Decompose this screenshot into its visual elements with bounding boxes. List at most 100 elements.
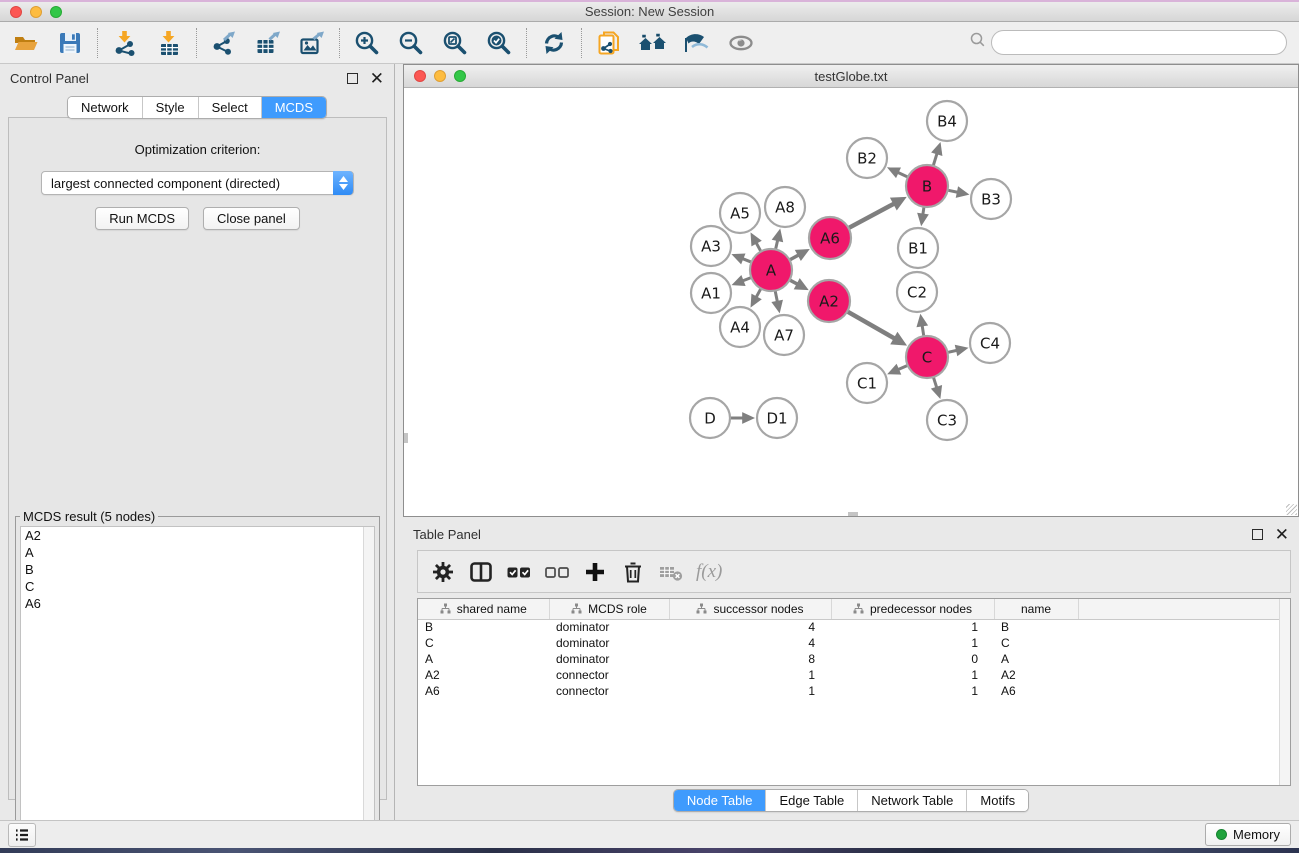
- network-node-B1[interactable]: B1: [898, 228, 938, 268]
- mcds-result-item[interactable]: B: [21, 561, 374, 578]
- network-graph[interactable]: B4 B2 B B3 A8 A5 A6 A3 B1 A A1 C2 A2 A4A7 C4 C C1 C3 D D1: [404, 88, 1298, 516]
- hide-graphics-details-icon[interactable]: [679, 26, 715, 60]
- criterion-dropdown[interactable]: largest connected component (directed): [41, 171, 354, 195]
- network-node-B3[interactable]: B3: [971, 179, 1011, 219]
- network-canvas[interactable]: B4 B2 B B3 A8 A5 A6 A3 B1 A A1 C2 A2 A4A7 C4 C C1 C3 D D1: [404, 88, 1298, 516]
- svg-text:A8: A8: [775, 199, 795, 217]
- network-node-D[interactable]: D: [690, 398, 730, 438]
- select-all-columns-icon[interactable]: [500, 554, 538, 590]
- svg-text:D: D: [704, 410, 716, 428]
- network-vscroll-hint[interactable]: [404, 433, 408, 443]
- zoom-selected-icon[interactable]: [481, 26, 517, 60]
- col-header-predecessor-nodes[interactable]: predecessor nodes: [831, 599, 994, 619]
- close-panel-button[interactable]: Close panel: [203, 207, 300, 230]
- tab-style[interactable]: Style: [143, 97, 199, 118]
- zoom-fit-icon[interactable]: [437, 26, 473, 60]
- network-resize-grip[interactable]: [1286, 504, 1297, 515]
- unselect-all-columns-icon[interactable]: [538, 554, 576, 590]
- tab-node-table[interactable]: Node Table: [674, 790, 767, 811]
- svg-text:A1: A1: [701, 285, 721, 303]
- search-input[interactable]: [991, 30, 1287, 55]
- new-network-from-selection-icon[interactable]: [591, 26, 627, 60]
- col-header-shared-name[interactable]: shared name: [418, 599, 549, 619]
- import-network-icon[interactable]: [107, 26, 143, 60]
- network-node-A5[interactable]: A5: [720, 193, 760, 233]
- apply-layout-icon[interactable]: [536, 26, 572, 60]
- table-tabs: Node Table Edge Table Network Table Moti…: [403, 789, 1299, 812]
- save-session-icon[interactable]: [52, 26, 88, 60]
- network-node-A8[interactable]: A8: [765, 187, 805, 227]
- application-window: Session: New Session: [0, 0, 1299, 853]
- float-panel-icon[interactable]: [347, 73, 358, 84]
- network-node-C[interactable]: C: [906, 336, 948, 378]
- network-node-A3[interactable]: A3: [691, 226, 731, 266]
- import-table-icon[interactable]: [151, 26, 187, 60]
- open-file-icon[interactable]: [8, 26, 44, 60]
- tab-select[interactable]: Select: [199, 97, 262, 118]
- zoom-in-icon[interactable]: [349, 26, 385, 60]
- svg-text:A: A: [766, 262, 777, 280]
- close-panel-icon[interactable]: ✕: [370, 73, 384, 84]
- col-header-mcds-role[interactable]: MCDS role: [549, 599, 669, 619]
- table-float-icon[interactable]: [1252, 529, 1263, 540]
- mcds-result-item[interactable]: A6: [21, 595, 374, 612]
- svg-text:C1: C1: [857, 375, 877, 393]
- memory-button[interactable]: Memory: [1205, 823, 1291, 846]
- mcds-result-list[interactable]: A2 A B C A6: [20, 526, 375, 844]
- network-node-A7[interactable]: A7: [764, 315, 804, 355]
- tab-mcds[interactable]: MCDS: [262, 97, 326, 118]
- col-header-successor-nodes[interactable]: successor nodes: [669, 599, 831, 619]
- table-row[interactable]: A2connector11A2: [418, 667, 1290, 683]
- table-row[interactable]: Cdominator41C: [418, 635, 1290, 651]
- tab-motifs[interactable]: Motifs: [967, 790, 1028, 811]
- memory-label: Memory: [1233, 827, 1280, 842]
- export-network-icon[interactable]: [206, 26, 242, 60]
- show-panels-list-button[interactable]: [8, 823, 36, 847]
- network-node-B4[interactable]: B4: [927, 101, 967, 141]
- network-hscroll-hint[interactable]: [848, 512, 858, 516]
- mcds-result-item[interactable]: A: [21, 544, 374, 561]
- first-neighbors-icon[interactable]: [635, 26, 671, 60]
- table-scrollbar[interactable]: [1279, 599, 1290, 785]
- mcds-list-scrollbar[interactable]: [363, 527, 374, 843]
- status-bar: Memory: [0, 820, 1299, 848]
- run-mcds-button[interactable]: Run MCDS: [95, 207, 189, 230]
- delete-columns-icon[interactable]: [614, 554, 652, 590]
- network-node-A4[interactable]: A4: [720, 307, 760, 347]
- table-row[interactable]: Adominator80A: [418, 651, 1290, 667]
- tab-network-table[interactable]: Network Table: [858, 790, 967, 811]
- table-settings-icon[interactable]: [424, 554, 462, 590]
- mcds-result-item[interactable]: A2: [21, 527, 374, 544]
- network-node-B2[interactable]: B2: [847, 138, 887, 178]
- table-row[interactable]: Bdominator41B: [418, 619, 1290, 635]
- delete-table-icon[interactable]: [652, 554, 690, 590]
- table-close-icon[interactable]: ✕: [1275, 529, 1289, 540]
- tab-edge-table[interactable]: Edge Table: [766, 790, 858, 811]
- table-row[interactable]: A6connector11A6: [418, 683, 1290, 699]
- export-image-icon[interactable]: [294, 26, 330, 60]
- mcds-result-item[interactable]: C: [21, 578, 374, 595]
- network-node-C1[interactable]: C1: [847, 363, 887, 403]
- table-header-row: shared name MCDS role successor nodes pr…: [418, 599, 1290, 619]
- attribute-icon: [571, 603, 582, 614]
- show-graphics-details-icon[interactable]: [723, 26, 759, 60]
- network-window-titlebar[interactable]: testGlobe.txt: [404, 65, 1298, 88]
- col-header-empty: [1078, 599, 1290, 619]
- function-builder-icon[interactable]: f(x): [696, 561, 722, 583]
- network-node-D1[interactable]: D1: [757, 398, 797, 438]
- network-node-A2[interactable]: A2: [808, 280, 850, 322]
- column-layout-icon[interactable]: [462, 554, 500, 590]
- add-column-icon[interactable]: [576, 554, 614, 590]
- network-node-A1[interactable]: A1: [691, 273, 731, 313]
- network-node-A6[interactable]: A6: [809, 217, 851, 259]
- network-node-C2[interactable]: C2: [897, 272, 937, 312]
- zoom-out-icon[interactable]: [393, 26, 429, 60]
- network-node-C3[interactable]: C3: [927, 400, 967, 440]
- mcds-result-title: MCDS result (5 nodes): [20, 509, 158, 524]
- tab-network[interactable]: Network: [68, 97, 143, 118]
- network-node-C4[interactable]: C4: [970, 323, 1010, 363]
- export-table-icon[interactable]: [250, 26, 286, 60]
- network-node-B[interactable]: B: [906, 165, 948, 207]
- network-node-A[interactable]: A: [750, 249, 792, 291]
- col-header-name[interactable]: name: [994, 599, 1078, 619]
